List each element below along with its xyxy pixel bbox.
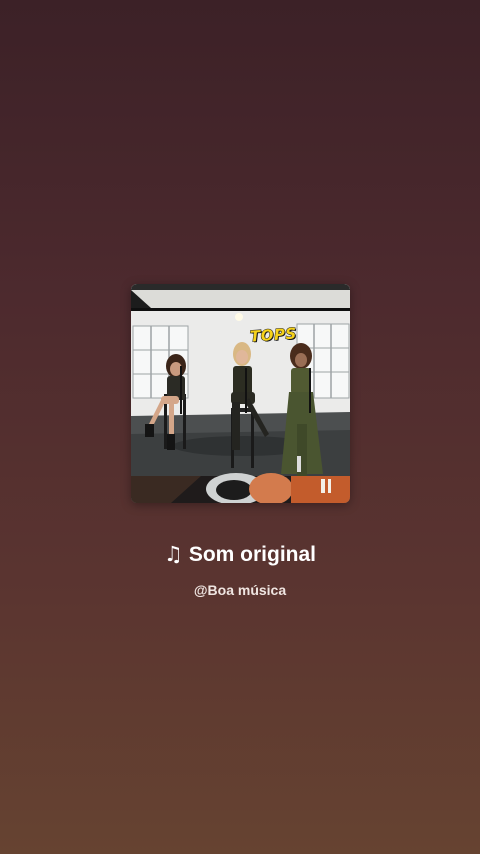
- sound-title-text: Som original: [188, 543, 316, 566]
- cover-sticker: TOPS: [249, 324, 298, 346]
- sound-cover-image[interactable]: TOPS: [131, 284, 350, 503]
- sound-page: TOPS ♫ Som original @Boa música: [0, 0, 480, 854]
- sound-title: ♫ Som original: [0, 539, 480, 570]
- music-note-icon: ♫: [163, 542, 183, 566]
- cover-photo: [131, 284, 350, 503]
- sound-author-link[interactable]: @Boa música: [0, 580, 480, 600]
